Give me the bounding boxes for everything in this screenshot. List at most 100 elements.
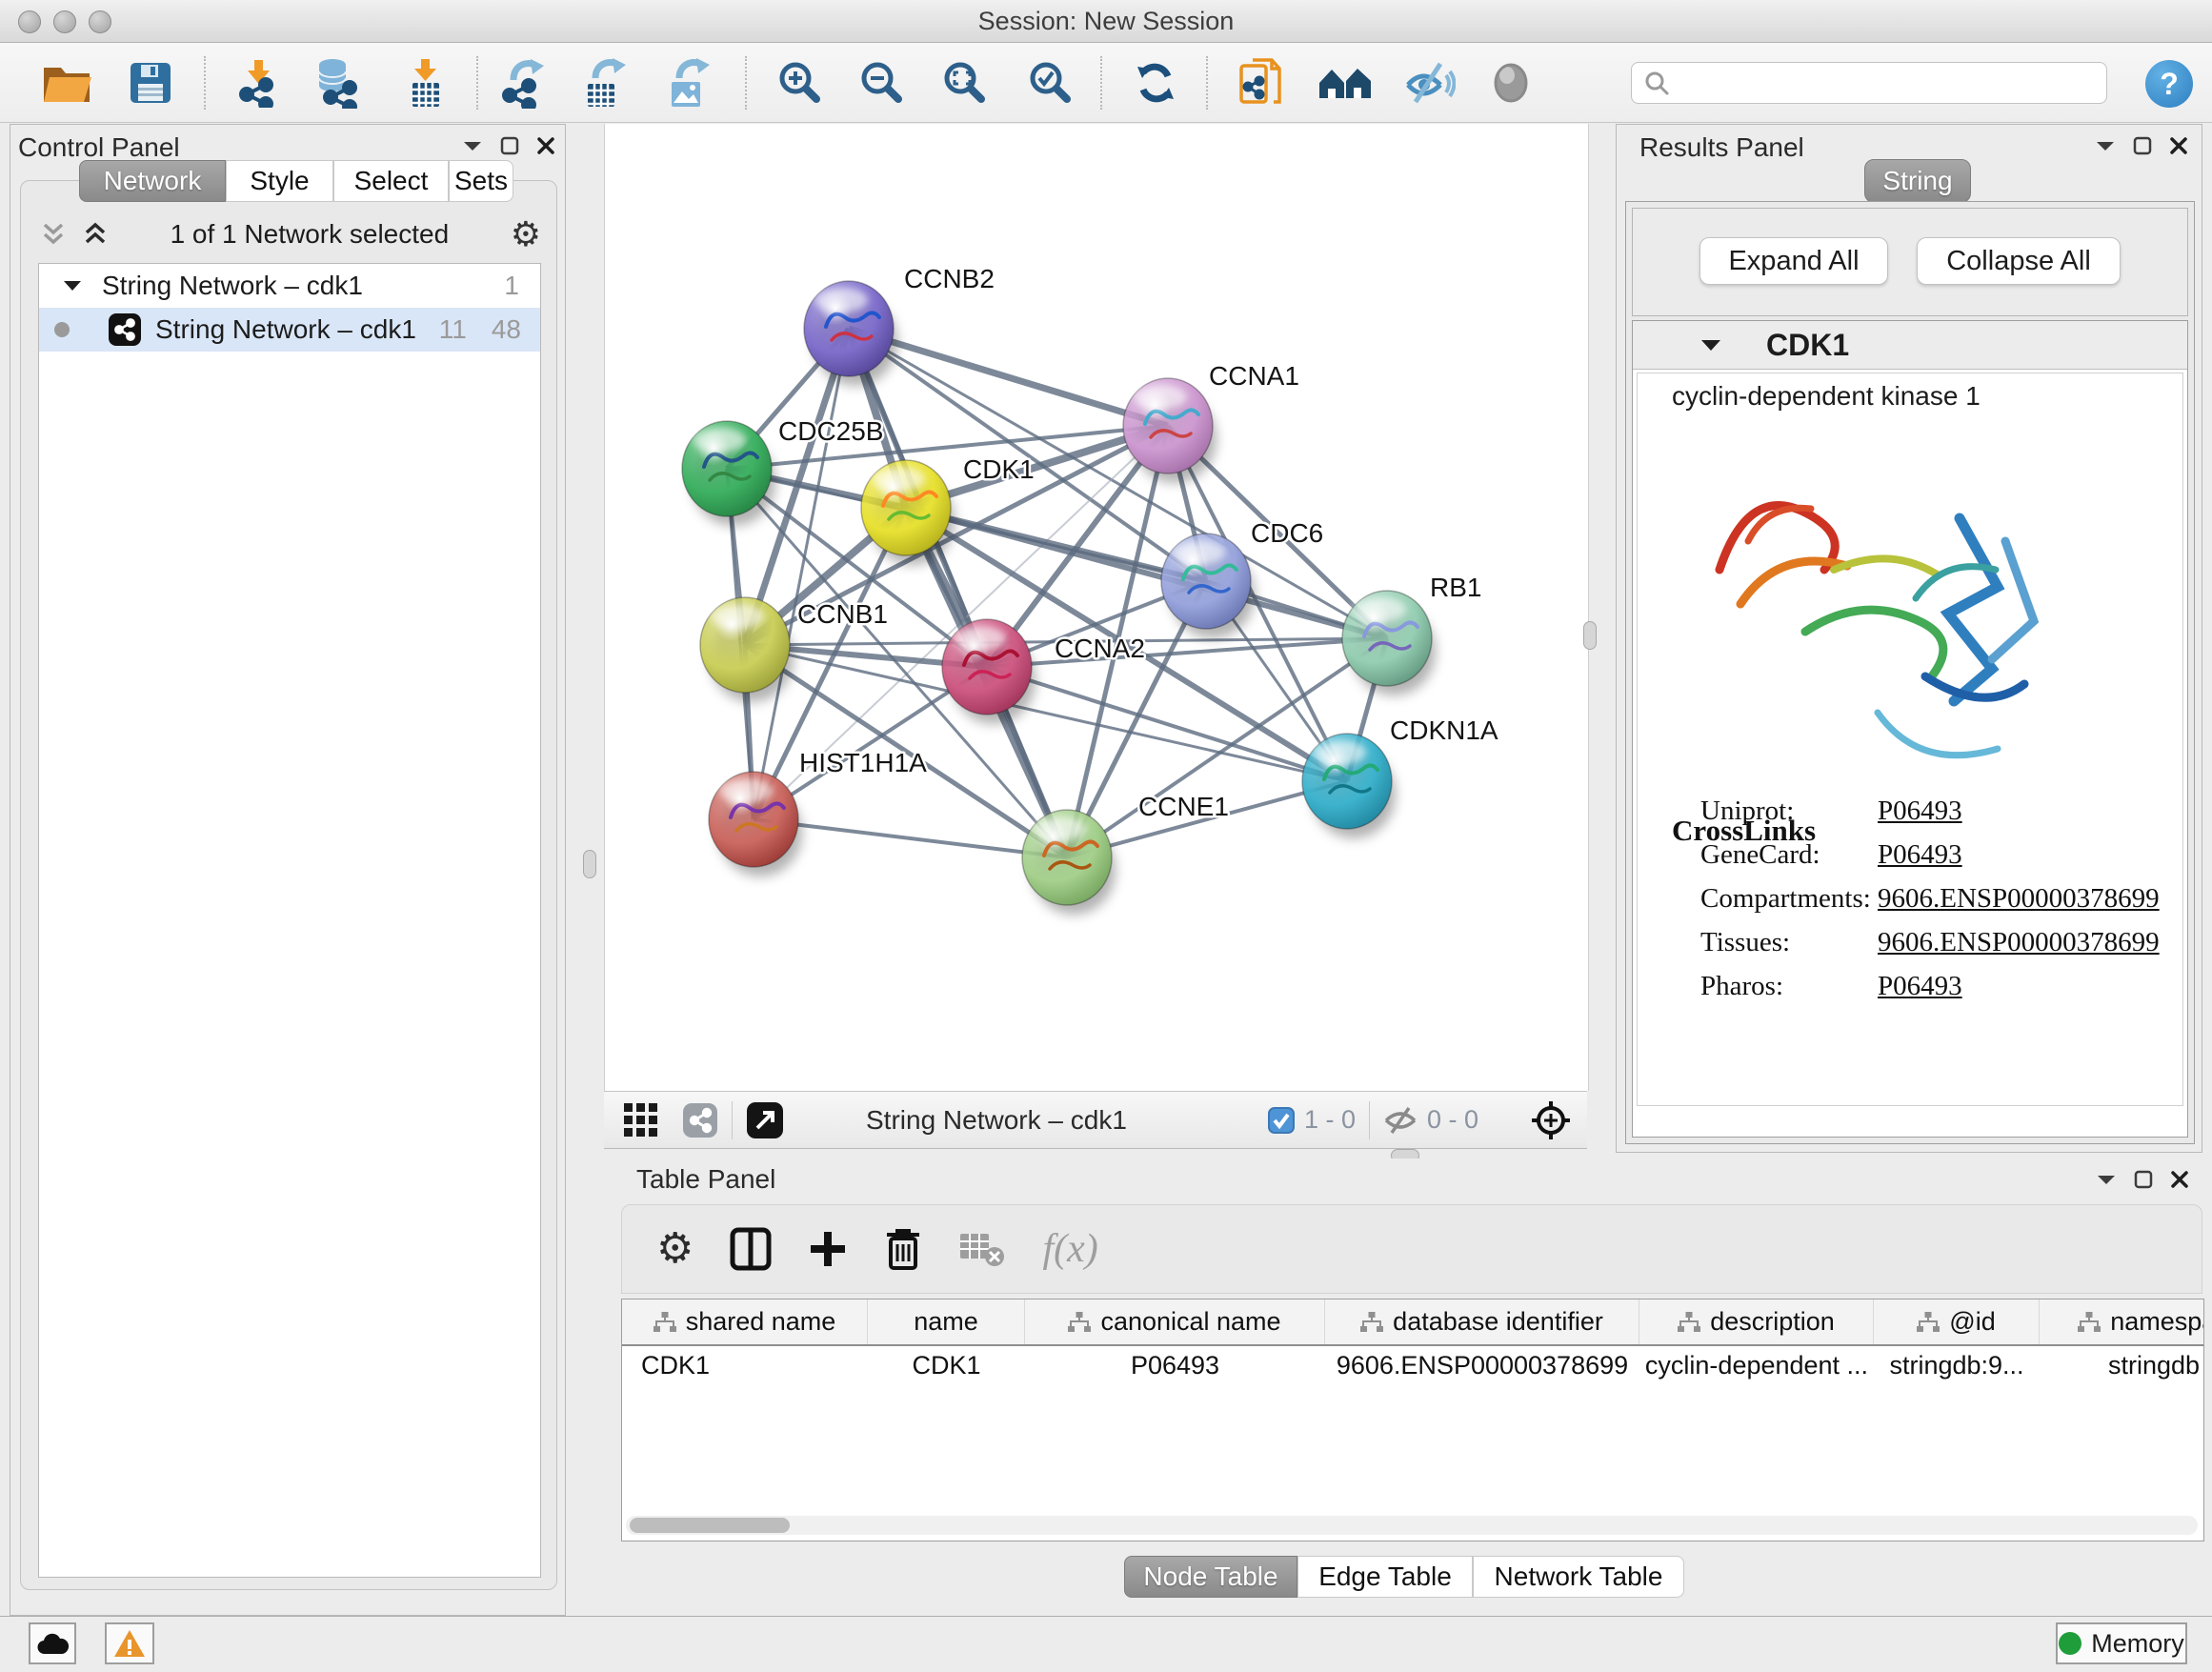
warning-button[interactable]: [105, 1622, 154, 1664]
zoom-selected-button[interactable]: [1022, 54, 1079, 111]
panel-close-icon[interactable]: [2170, 1170, 2189, 1189]
tab-style[interactable]: Style: [226, 160, 333, 202]
gene-section-header[interactable]: CDK1: [1633, 321, 2187, 370]
export-network-button[interactable]: [495, 54, 553, 111]
add-column-icon[interactable]: [808, 1229, 848, 1269]
crosslink-label: Compartments:: [1700, 883, 1871, 915]
panel-close-icon[interactable]: [536, 136, 555, 155]
tab-node-table[interactable]: Node Table: [1124, 1556, 1297, 1598]
hidden-eye-slash-icon[interactable]: [1383, 1106, 1418, 1135]
show-columns-icon[interactable]: [730, 1227, 772, 1271]
tab-sets[interactable]: Sets: [449, 160, 513, 202]
column-header-database-identifier[interactable]: database identifier: [1325, 1299, 1639, 1344]
tab-network-table[interactable]: Network Table: [1473, 1556, 1684, 1598]
network-options-gear-icon[interactable]: ⚙: [511, 214, 541, 254]
crosslink-link[interactable]: P06493: [1878, 971, 1962, 1002]
network-share-icon-gray[interactable]: [682, 1102, 718, 1138]
network-edge[interactable]: [987, 667, 1347, 781]
crosslink-link[interactable]: 9606.ENSP00000378699: [1878, 927, 2160, 958]
search-input[interactable]: [1678, 68, 2091, 99]
scrollbar-thumb[interactable]: [630, 1518, 790, 1533]
network-row[interactable]: String Network – cdk1 11 48: [39, 308, 540, 352]
collapse-all-icon[interactable]: [40, 222, 67, 247]
table-row[interactable]: CDK1CDK1P064939606.ENSP00000378699cyclin…: [622, 1344, 2204, 1387]
results-tab-string[interactable]: String: [1864, 159, 1971, 203]
column-header-shared-name[interactable]: shared name: [622, 1299, 868, 1344]
selected-checkbox-icon[interactable]: [1268, 1107, 1295, 1134]
collapse-all-button[interactable]: Collapse All: [1917, 237, 2121, 285]
column-header-label: database identifier: [1393, 1307, 1603, 1337]
crosslink-link[interactable]: P06493: [1878, 839, 1962, 871]
table-horizontal-scrollbar[interactable]: [626, 1516, 2198, 1535]
network-node-cdkn1a[interactable]: CDKN1A: [1302, 715, 1498, 838]
panel-float-icon[interactable]: [2133, 136, 2152, 155]
panel-menu-icon[interactable]: [2095, 138, 2116, 153]
memory-button[interactable]: Memory: [2056, 1622, 2187, 1664]
import-network-from-file-button[interactable]: [230, 54, 287, 111]
right-splitter-handle[interactable]: [1583, 621, 1597, 650]
expand-all-icon[interactable]: [82, 222, 109, 247]
show-results-panel-eye-icon[interactable]: [1482, 54, 1539, 111]
panel-menu-icon[interactable]: [462, 138, 483, 153]
column-header-namespac[interactable]: namespac: [2040, 1299, 2204, 1344]
pan-crosshair-icon[interactable]: [1530, 1099, 1572, 1141]
left-splitter-handle[interactable]: [583, 850, 596, 878]
node-table[interactable]: shared namenamecanonical name database id…: [621, 1299, 2204, 1541]
selected-count: 1 - 0: [1304, 1105, 1356, 1135]
export-image-button[interactable]: [661, 54, 718, 111]
import-table-from-file-button[interactable]: [396, 54, 453, 111]
panel-menu-icon[interactable]: [2096, 1172, 2117, 1187]
tab-select[interactable]: Select: [333, 160, 449, 202]
column-header-description[interactable]: description: [1639, 1299, 1874, 1344]
table-settings-gear-icon[interactable]: ⚙: [656, 1228, 694, 1270]
help-button[interactable]: ?: [2145, 60, 2193, 108]
table-cell[interactable]: CDK1: [868, 1344, 1025, 1387]
crosslink-link[interactable]: 9606.ENSP00000378699: [1878, 883, 2160, 915]
panel-close-icon[interactable]: [2169, 136, 2188, 155]
column-header-label: description: [1710, 1307, 1835, 1337]
cloud-button[interactable]: [29, 1622, 76, 1664]
table-cell[interactable]: P06493: [1025, 1344, 1325, 1387]
column-header--id[interactable]: @id: [1874, 1299, 2040, 1344]
column-header-canonical-name[interactable]: canonical name: [1025, 1299, 1325, 1344]
delete-table-icon[interactable]: [958, 1230, 1006, 1268]
panel-float-icon[interactable]: [2134, 1170, 2153, 1189]
import-network-from-database-button[interactable]: [309, 54, 366, 111]
node-label: CCNA1: [1209, 361, 1299, 391]
network-node-hist1h1a[interactable]: HIST1H1A: [709, 748, 927, 876]
network-canvas[interactable]: CCNB2CCNA1CDC25BCDK1CDC6RB1CCNB1CCNA2CDK…: [604, 124, 1589, 1091]
function-builder-icon[interactable]: f(x): [1042, 1226, 1097, 1272]
table-cell[interactable]: 9606.ENSP00000378699: [1325, 1344, 1639, 1387]
expand-all-button[interactable]: Expand All: [1699, 237, 1888, 285]
open-session-button[interactable]: [38, 54, 95, 111]
tab-network[interactable]: Network: [79, 160, 226, 202]
table-cell[interactable]: cyclin-dependent ...: [1639, 1344, 1874, 1387]
zoom-out-button[interactable]: [854, 54, 911, 111]
table-cell[interactable]: CDK1: [622, 1344, 868, 1387]
zoom-in-button[interactable]: [772, 54, 829, 111]
table-cell[interactable]: stringdb: [2040, 1344, 2204, 1387]
column-header-name[interactable]: name: [868, 1299, 1025, 1344]
collection-expand-icon[interactable]: [62, 278, 83, 293]
hide-results-panel-eye-icon[interactable]: [1400, 54, 1458, 111]
network-node-ccne1[interactable]: CCNE1: [1022, 792, 1229, 915]
clone-network-button[interactable]: [1232, 54, 1289, 111]
birds-eye-view-icon[interactable]: [623, 1102, 659, 1138]
network-node-rb1[interactable]: RB1: [1342, 573, 1481, 695]
zoom-fit-content-button[interactable]: [936, 54, 994, 111]
table-cell[interactable]: stringdb:9...: [1874, 1344, 2040, 1387]
string-home-button[interactable]: [1317, 54, 1374, 111]
open-in-new-window-icon[interactable]: [746, 1101, 784, 1139]
tab-edge-table[interactable]: Edge Table: [1297, 1556, 1473, 1598]
refresh-button[interactable]: [1127, 54, 1184, 111]
network-collection-row[interactable]: String Network – cdk1 1: [39, 264, 540, 308]
crosslink-link[interactable]: P06493: [1878, 796, 1962, 827]
gene-collapse-icon[interactable]: [1699, 337, 1722, 353]
delete-column-icon[interactable]: [884, 1227, 922, 1271]
export-table-button[interactable]: [577, 54, 634, 111]
save-session-button[interactable]: [122, 54, 179, 111]
panel-float-icon[interactable]: [500, 136, 519, 155]
network-column-icon: [654, 1312, 676, 1333]
search-box[interactable]: [1631, 62, 2107, 104]
network-node-cdc6[interactable]: CDC6: [1161, 518, 1323, 638]
